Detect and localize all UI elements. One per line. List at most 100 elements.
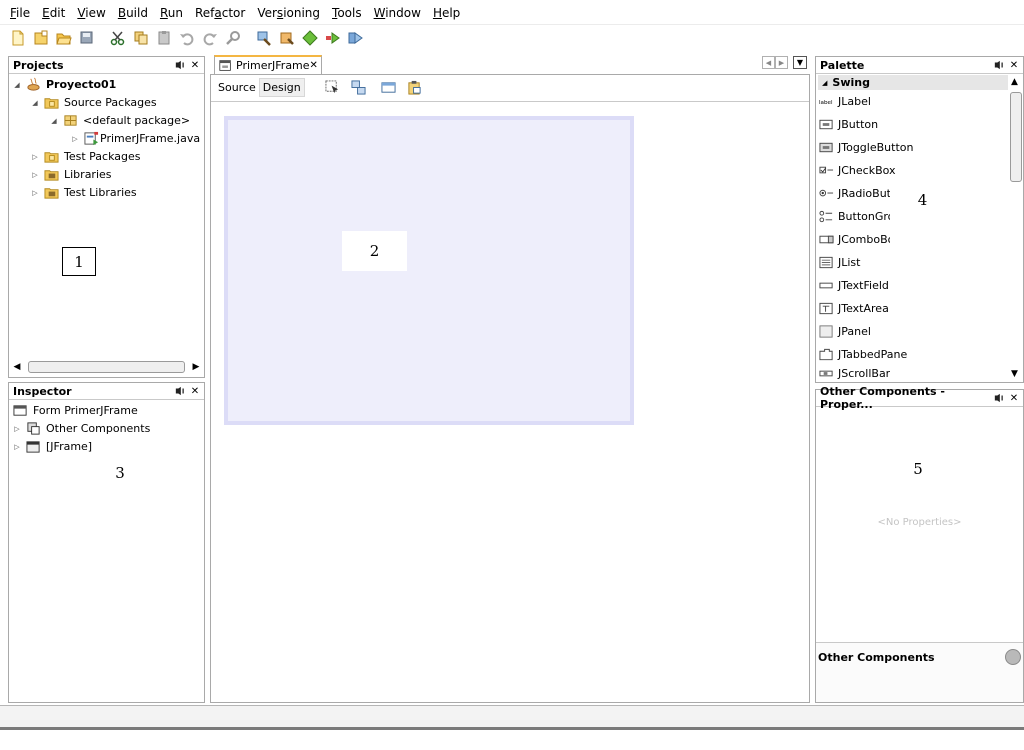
tree-node-label: <default package>: [83, 114, 191, 127]
clean-build-button[interactable]: [277, 28, 297, 48]
tab-scroll-left-icon[interactable]: ◀: [762, 56, 775, 69]
palette-item-jcheckbox[interactable]: JCheckBox: [818, 161, 896, 179]
menu-refactor[interactable]: Refactor: [189, 6, 251, 20]
menu-tools[interactable]: Tools: [326, 6, 368, 20]
tab-scroll-right-icon[interactable]: ▶: [775, 56, 788, 69]
connect-to-database-button[interactable]: [405, 78, 425, 98]
run-button[interactable]: [300, 28, 320, 48]
collapsed-arrow-icon[interactable]: ▷: [12, 442, 22, 452]
minimize-window-icon[interactable]: [174, 59, 186, 71]
menu-file[interactable]: File: [4, 6, 36, 20]
tree-node-form[interactable]: Form PrimerJFrame: [12, 402, 138, 419]
menu-help[interactable]: Help: [427, 6, 466, 20]
scrollbar-thumb[interactable]: [1010, 92, 1022, 182]
jframe-design-canvas[interactable]: [224, 116, 634, 425]
tree-node-other-components[interactable]: ▷ Other Components: [12, 420, 150, 437]
palette-item-jtogglebutton[interactable]: JToggleButton: [818, 138, 913, 156]
redo-button[interactable]: [200, 28, 220, 48]
palette-item-buttongroup[interactable]: ButtonGrou: [818, 207, 901, 225]
scroll-up-icon[interactable]: ▲: [1011, 77, 1018, 87]
tree-node-project[interactable]: ◢ Proyecto01: [12, 76, 116, 93]
projects-horizontal-scrollbar[interactable]: ◀ ▶: [10, 360, 203, 374]
menu-window[interactable]: Window: [368, 6, 427, 20]
tab-list-dropdown-icon[interactable]: ▼: [793, 56, 807, 69]
debug-button[interactable]: [323, 28, 343, 48]
expanded-arrow-icon[interactable]: ◢: [30, 98, 40, 108]
palette-item-jradiobutton[interactable]: JRadioButt: [818, 184, 895, 202]
palette-item-jscrollbar[interactable]: JScrollBar: [818, 366, 890, 380]
undo-button[interactable]: [177, 28, 197, 48]
close-icon[interactable]: ✕: [1008, 59, 1020, 71]
palette-item-jlist[interactable]: JList: [818, 253, 860, 271]
jtabbedpane-icon: [818, 347, 834, 361]
scroll-down-icon[interactable]: ▼: [1011, 369, 1018, 379]
preview-design-button[interactable]: [379, 78, 399, 98]
tree-node-libraries[interactable]: ▷ Libraries: [30, 166, 111, 183]
selection-mode-button[interactable]: [323, 78, 343, 98]
profile-button[interactable]: [346, 28, 366, 48]
jscrollbar-icon: [818, 366, 834, 380]
copy-button[interactable]: [131, 28, 151, 48]
minimize-window-icon[interactable]: [993, 392, 1005, 404]
design-view-button[interactable]: Design: [258, 78, 305, 97]
tree-node-test-packages[interactable]: ▷ Test Packages: [30, 148, 140, 165]
expanded-arrow-icon: ◢: [822, 78, 828, 87]
open-project-button[interactable]: [54, 28, 74, 48]
expanded-arrow-icon[interactable]: ◢: [49, 116, 59, 126]
editor-tab-primerjframe[interactable]: PrimerJFrame ✕: [214, 55, 322, 74]
palette-item-label: JButton: [838, 117, 879, 131]
collapsed-arrow-icon[interactable]: ▷: [30, 170, 40, 180]
palette-item-jtabbedpane[interactable]: JTabbedPane: [818, 345, 907, 363]
expanded-arrow-icon[interactable]: ◢: [12, 80, 22, 90]
palette-item-jtextfield[interactable]: JTextField: [818, 276, 889, 294]
source-view-button[interactable]: Source: [215, 79, 259, 96]
undo-icon: [180, 32, 194, 45]
scroll-left-icon[interactable]: ◀: [10, 362, 24, 372]
palette-item-label: JCheckBox: [838, 163, 896, 177]
menu-edit[interactable]: Edit: [36, 6, 71, 20]
palette-item-jtextarea[interactable]: JTextArea: [818, 299, 889, 317]
palette-item-jpanel[interactable]: JPanel: [818, 322, 871, 340]
hammer-icon: [257, 31, 271, 46]
tree-node-jframe[interactable]: ▷ [JFrame]: [12, 438, 92, 455]
palette-item-label: JToggleButton: [838, 140, 914, 154]
menu-view[interactable]: View: [71, 6, 111, 20]
menu-run[interactable]: Run: [154, 6, 189, 20]
palette-item-jcombobox[interactable]: JComboBo: [818, 230, 894, 248]
tree-node-default-package[interactable]: ◢ <default package>: [49, 112, 190, 129]
collapsed-arrow-icon[interactable]: ▷: [12, 424, 22, 434]
collapsed-arrow-icon[interactable]: ▷: [30, 188, 40, 198]
minimize-window-icon[interactable]: [174, 385, 186, 397]
palette-item-jbutton[interactable]: JButton: [818, 115, 878, 133]
scrollbar-thumb[interactable]: [28, 361, 185, 373]
tree-node-test-libraries[interactable]: ▷ Test Libraries: [30, 184, 136, 201]
paste-button[interactable]: [154, 28, 174, 48]
palette-item-label: JTextArea: [838, 301, 889, 315]
save-all-button[interactable]: [77, 28, 97, 48]
close-icon[interactable]: ✕: [189, 59, 201, 71]
new-file-button[interactable]: [8, 28, 28, 48]
palette-item-jlabel[interactable]: label JLabel: [818, 92, 871, 110]
connection-mode-button[interactable]: [349, 78, 369, 98]
collapsed-arrow-icon[interactable]: ▷: [30, 152, 40, 162]
close-icon[interactable]: ✕: [310, 60, 318, 71]
new-project-button[interactable]: [31, 28, 51, 48]
find-button[interactable]: [223, 28, 243, 48]
close-icon[interactable]: ✕: [1008, 392, 1020, 404]
copy-icon: [134, 31, 148, 44]
jtextarea-icon: [818, 301, 834, 315]
collapsed-arrow-icon[interactable]: ▷: [70, 134, 80, 144]
palette-category-swing[interactable]: ◢ Swing: [818, 75, 1008, 90]
menu-versioning[interactable]: Versioning: [251, 6, 326, 20]
tree-node-label: [JFrame]: [46, 440, 93, 453]
help-icon[interactable]: [1005, 649, 1021, 665]
close-icon[interactable]: ✕: [189, 385, 201, 397]
minimize-window-icon[interactable]: [993, 59, 1005, 71]
tree-node-java-file[interactable]: ▷ PrimerJFrame.java: [70, 130, 200, 147]
cut-button[interactable]: [108, 28, 128, 48]
menu-build[interactable]: Build: [112, 6, 154, 20]
tree-node-source-packages[interactable]: ◢ Source Packages: [30, 94, 156, 111]
palette-vertical-scrollbar[interactable]: ▲ ▼: [1009, 75, 1023, 381]
scroll-right-icon[interactable]: ▶: [189, 362, 203, 372]
build-button[interactable]: [254, 28, 274, 48]
